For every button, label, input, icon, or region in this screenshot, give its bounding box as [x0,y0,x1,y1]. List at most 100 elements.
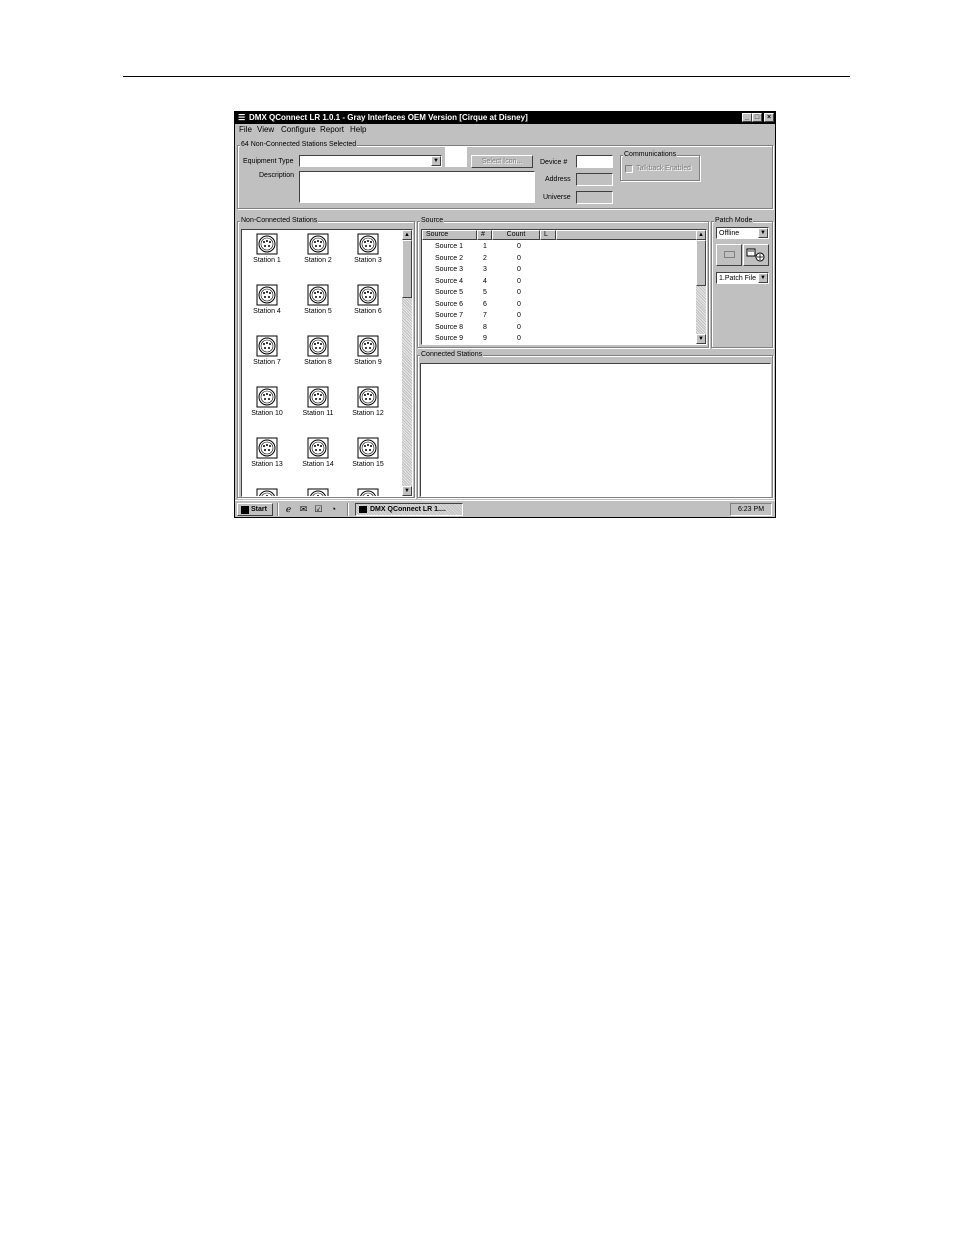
station-item[interactable]: Station 12 [345,384,391,428]
start-label: Start [251,506,267,513]
source-count-cell: 0 [517,254,521,262]
station-item[interactable]: Station 3 [345,231,391,275]
station-label: Station 2 [304,257,332,264]
scroll-up-icon[interactable]: ▲ [696,230,706,240]
xlr-connector-icon [307,437,329,459]
scroll-thumb[interactable] [696,240,706,286]
station-item[interactable]: Station 10 [244,384,290,428]
source-name-cell: Source 7 [435,312,464,319]
xlr-connector-icon [256,437,278,459]
source-name-cell: Source 1 [435,243,464,250]
source-row[interactable]: Source 2 2 0 [422,253,692,264]
talkback-checkbox[interactable] [625,165,633,173]
connected-stations-area[interactable] [420,363,771,497]
scroll-up-icon[interactable]: ▲ [402,230,412,240]
source-count-cell: 0 [517,243,521,250]
system-menu-icon[interactable]: ☰ [238,114,246,122]
xlr-connector-icon [307,233,329,255]
internet-explorer-icon[interactable]: ℯ [283,504,294,515]
source-scrollbar[interactable]: ▲ ▼ [696,230,706,344]
number-column-header[interactable]: # [477,230,492,240]
station-item[interactable]: Station 11 [295,384,341,428]
station-item[interactable]: Station 2 [295,231,341,275]
source-row[interactable]: Source 5 5 0 [422,287,692,298]
source-group: Source Source # Count L Source 1 1 0 Source… [417,216,709,348]
chevron-down-icon[interactable]: ▼ [758,273,768,283]
application-window: ☰ DMX QConnect LR 1.0.1 - Gray Interface… [234,111,776,518]
load-patch-button[interactable] [743,244,769,266]
source-row[interactable]: Source 9 9 0 [422,333,692,344]
source-name-cell: Source 2 [435,254,464,262]
patch-button[interactable] [716,244,742,266]
patch-mode-value: Offline [719,230,740,237]
l-column-header[interactable]: L [540,230,556,240]
station-item[interactable]: Station 1 [244,231,290,275]
patch-mode-dropdown[interactable]: Offline ▼ [716,227,769,239]
source-name-cell: Source 4 [435,277,464,285]
title-bar[interactable]: ☰ DMX QConnect LR 1.0.1 - Gray Interface… [235,112,775,124]
menu-file[interactable]: File [239,124,252,135]
chevron-down-icon[interactable]: ▼ [758,228,768,238]
source-listview[interactable]: Source # Count L Source 1 1 0 Source 2 2 0 Sou… [421,229,707,345]
count-column-header[interactable]: Count [492,230,540,240]
source-row[interactable]: Source 8 8 0 [422,322,692,333]
stations-scrollbar[interactable]: ▲ ▼ [402,230,412,496]
connected-stations-group: Connected Stations [417,350,773,498]
stations-list[interactable]: Station 1 Station 2 Station 3 Station 4 Stat… [241,229,413,497]
station-item[interactable]: Station 7 [244,333,290,377]
patch-file-dropdown[interactable]: 1.Patch File ▼ [716,272,769,284]
station-item[interactable]: Station 9 [345,333,391,377]
channels-icon[interactable]: ◔ [328,504,339,515]
menu-report[interactable]: Report [320,124,344,135]
taskbar-app-button[interactable]: DMX QConnect LR 1.... [355,503,463,516]
scroll-down-icon[interactable]: ▼ [402,486,412,496]
station-item[interactable]: Station 14 [295,435,341,479]
source-number-cell: 4 [483,277,487,285]
device-number-field[interactable] [576,155,613,168]
universe-field [576,191,613,204]
source-count-cell: 0 [517,300,521,308]
station-item[interactable]: Station 8 [295,333,341,377]
station-item[interactable]: Station 13 [244,435,290,479]
system-tray-clock: 6:23 PM [730,503,772,516]
source-count-cell: 0 [517,266,521,273]
station-item-partial[interactable] [345,486,391,496]
desktop-icon[interactable]: ☑ [313,504,324,515]
station-item[interactable]: Station 6 [345,282,391,326]
station-item-partial[interactable] [244,486,290,496]
minimize-button[interactable]: _ [742,113,752,122]
patch-file-value: 1.Patch File [719,275,756,282]
source-row[interactable]: Source 3 3 0 [422,264,692,275]
scroll-down-icon[interactable]: ▼ [696,334,706,344]
chevron-down-icon[interactable]: ▼ [431,156,441,166]
outlook-icon[interactable]: ✉ [298,504,309,515]
taskbar-app-label: DMX QConnect LR 1.... [370,506,446,513]
menu-help[interactable]: Help [350,124,366,135]
description-field[interactable] [299,171,535,203]
xlr-connector-icon [307,386,329,408]
source-row[interactable]: Source 7 7 0 [422,310,692,321]
source-row[interactable]: Source 1 1 0 [422,241,692,252]
station-item[interactable]: Station 5 [295,282,341,326]
xlr-connector-icon [357,437,379,459]
source-row[interactable]: Source 6 6 0 [422,299,692,310]
station-item-partial[interactable] [295,486,341,496]
station-item[interactable]: Station 15 [345,435,391,479]
maximize-button[interactable]: □ [752,113,762,122]
station-label: Station 13 [251,461,283,468]
equipment-type-dropdown[interactable]: ▼ [299,155,442,167]
windows-logo-icon [241,506,249,514]
source-group-label: Source [420,216,445,225]
scroll-thumb[interactable] [402,240,412,298]
xlr-connector-icon [307,488,329,496]
source-column-header[interactable]: Source [422,230,477,240]
station-item[interactable]: Station 4 [244,282,290,326]
source-row[interactable]: Source 4 4 0 [422,276,692,287]
xlr-connector-icon [256,488,278,496]
station-label: Station 11 [302,410,334,417]
select-icon-button[interactable]: Select Icon... [471,155,533,168]
menu-view[interactable]: View [257,124,274,135]
close-button[interactable]: × [764,113,774,122]
menu-configure[interactable]: Configure [281,124,316,135]
start-button[interactable]: Start [237,503,273,516]
